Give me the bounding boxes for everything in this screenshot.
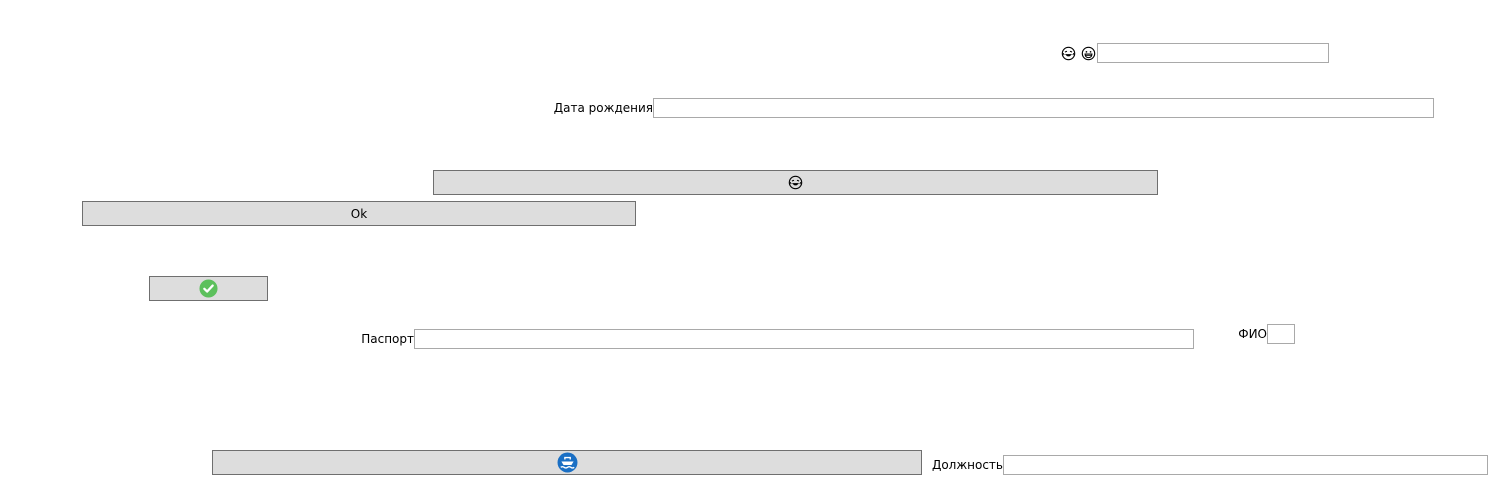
passport-label: Паспорт [361,332,414,346]
fio-label: ФИО [1238,327,1267,341]
fio-field[interactable] [1267,324,1295,344]
ok-button[interactable]: Ok [82,201,636,226]
birth-date-label: Дата рождения [553,101,653,115]
top-text-input[interactable] [1097,43,1329,63]
check-button[interactable] [149,276,268,301]
grin-face-icon [1081,46,1096,61]
rofl-face-icon [788,175,803,190]
ok-button-label: Ok [350,206,368,221]
emoji-button[interactable] [433,170,1158,195]
passport-field[interactable] [414,329,1194,349]
position-field[interactable] [1003,455,1488,475]
ship-button[interactable] [212,450,922,475]
rofl-face-icon [1061,46,1076,61]
check-circle-icon [199,279,218,298]
position-label: Должность [931,458,1003,472]
birth-date-field[interactable] [653,98,1434,118]
ship-icon [557,452,578,473]
